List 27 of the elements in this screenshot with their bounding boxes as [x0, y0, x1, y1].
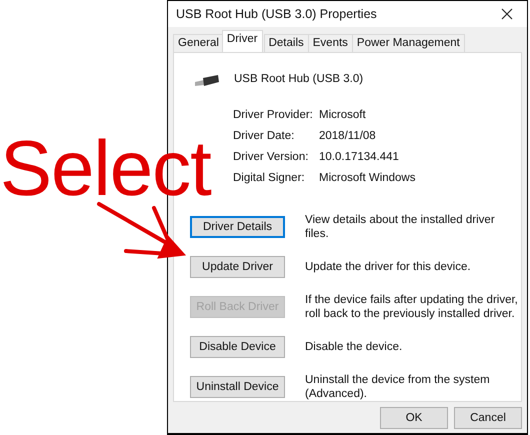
action-button[interactable]: Disable Device [190, 336, 285, 358]
property-label: Driver Provider: [233, 109, 314, 122]
action-button[interactable]: Uninstall Device [190, 376, 285, 398]
tab[interactable]: Driver [222, 30, 263, 52]
action-description: Disable the device. [305, 340, 404, 354]
action-description: View details about the installed driver files. [305, 213, 496, 242]
property-label: Driver Date: [233, 130, 296, 142]
action-description: If the device fails after updating the driver, roll back to the previously installed driver. [305, 293, 519, 322]
window-title: USB Root Hub (USB 3.0) Properties [176, 7, 377, 22]
property-label: Driver Version: [233, 151, 310, 164]
dialog-button[interactable]: OK [380, 406, 448, 429]
device-name: USB Root Hub (USB 3.0) [234, 73, 364, 86]
action-description: Update the driver for this device. [305, 260, 472, 274]
property-value: Microsoft Windows [319, 172, 416, 184]
tab[interactable]: Details [264, 34, 309, 52]
action-button[interactable]: Driver Details [190, 216, 285, 238]
dialog-button[interactable]: Cancel [454, 406, 522, 429]
tab[interactable]: Power Management [352, 34, 465, 52]
usb-plug-icon [194, 74, 220, 88]
tab[interactable]: General [173, 34, 224, 52]
action-button[interactable]: Update Driver [190, 256, 285, 278]
property-value: 2018/11/08 [319, 130, 376, 142]
property-value: Microsoft [319, 109, 366, 122]
close-icon[interactable] [501, 8, 513, 20]
property-value: 10.0.17134.441 [319, 151, 399, 164]
property-label: Digital Signer: [233, 172, 306, 184]
action-description: Uninstall the device from the system (Advanced). [305, 373, 491, 402]
